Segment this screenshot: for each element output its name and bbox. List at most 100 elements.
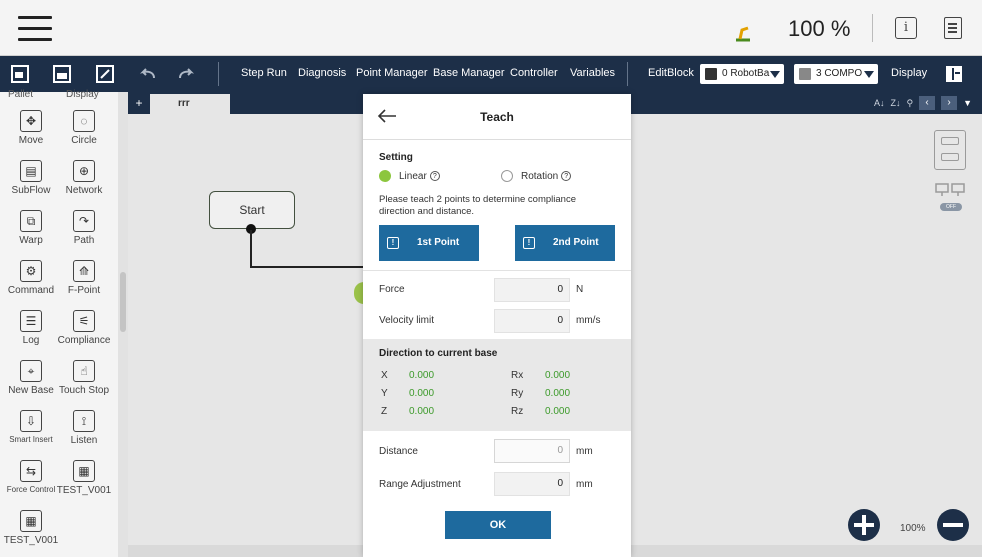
tool-icon: [799, 68, 811, 80]
range-adjustment-input[interactable]: 0: [494, 472, 570, 496]
range-adjustment-label: Range Adjustment: [379, 479, 461, 490]
velocity-limit-unit: mm/s: [576, 315, 601, 326]
toggle-off-badge[interactable]: OFF: [940, 203, 962, 211]
test-icon: ▦: [20, 510, 42, 532]
node-palette-scrollbar[interactable]: [118, 92, 128, 557]
linear-radio-label[interactable]: Linear?: [399, 171, 440, 182]
node-command[interactable]: ⚙ Command: [3, 260, 59, 296]
node-path[interactable]: ↷ Path: [56, 210, 112, 246]
flow-connector: [250, 230, 252, 268]
direction-rx-value: 0.000: [545, 370, 571, 381]
chevron-down-icon: [864, 71, 874, 78]
node-new-base[interactable]: ⌖ New Base: [3, 360, 59, 396]
tab-prev-icon[interactable]: ‹: [919, 96, 936, 110]
sort-za-icon[interactable]: Z↓: [890, 98, 900, 108]
sort-az-icon[interactable]: A↓: [874, 98, 885, 108]
direction-z-value: 0.000: [409, 406, 435, 417]
node-touch-stop[interactable]: ☝ Touch Stop: [56, 360, 112, 396]
node-smart-insert[interactable]: ⇩ Smart Insert: [3, 410, 59, 444]
point-manager-button[interactable]: Point Manager: [356, 67, 428, 79]
distance-input[interactable]: 0: [494, 439, 570, 463]
add-tab-button[interactable]: +: [132, 96, 146, 110]
node-compliance[interactable]: ⚟ Compliance: [56, 310, 112, 346]
teach-hint-text: Please teach 2 points to determine compl…: [379, 194, 576, 217]
direction-title: Direction to current base: [379, 348, 498, 359]
command-icon: ⚙: [20, 260, 42, 282]
variables-button[interactable]: Variables: [570, 67, 615, 79]
search-icon[interactable]: ⚲: [906, 98, 913, 109]
node-move[interactable]: ✥ Move: [3, 110, 59, 146]
help-icon[interactable]: ?: [429, 171, 440, 182]
node-warp[interactable]: ⧉ Warp: [3, 210, 59, 246]
compliance-icon: ⚟: [73, 310, 95, 332]
info-icon[interactable]: i: [895, 17, 917, 39]
subflow-icon: ▤: [20, 160, 42, 182]
tab-next-icon[interactable]: ›: [941, 96, 958, 110]
save-as-icon[interactable]: [95, 64, 115, 84]
node-label: Listen: [70, 435, 98, 446]
path-icon: ↷: [73, 210, 95, 232]
node-label: Touch Stop: [58, 385, 110, 396]
undo-icon[interactable]: [138, 64, 158, 84]
node-f-point[interactable]: ⟰ F-Point: [56, 260, 112, 296]
node-test-v001[interactable]: ▦ TEST_V001: [56, 460, 112, 496]
node-layout-icon[interactable]: [934, 130, 966, 170]
node-label: Force Control: [6, 485, 56, 494]
rotation-radio-label[interactable]: Rotation?: [521, 171, 572, 182]
node-palette: Pallet Display ✥ Move ◌ Circle ▤ SubFlow ⊕ Netw…: [0, 89, 120, 557]
force-label: Force: [379, 284, 405, 295]
redo-icon[interactable]: [176, 64, 196, 84]
direction-panel: Direction to current base X 0.000 Rx 0.0…: [363, 339, 631, 431]
tool-dropdown[interactable]: 3 COMPO: [794, 64, 878, 84]
toolbar-divider: [218, 62, 219, 86]
axis-label-ry: Ry: [511, 388, 524, 399]
zoom-level: 100%: [900, 523, 926, 534]
node-label: TEST_V001: [3, 535, 59, 546]
layout-toggle-icon[interactable]: [944, 64, 964, 84]
test-icon: ▦: [73, 460, 95, 482]
diagnosis-button[interactable]: Diagnosis: [298, 67, 346, 79]
save-icon[interactable]: [52, 64, 72, 84]
new-project-icon[interactable]: [10, 64, 30, 84]
node-log[interactable]: ☰ Log: [3, 310, 59, 346]
second-point-button[interactable]: ! 2nd Point: [515, 225, 615, 261]
display-button[interactable]: Display: [891, 67, 927, 79]
node-label: F-Point: [67, 285, 101, 296]
node-network[interactable]: ⊕ Network: [56, 160, 112, 196]
document-icon[interactable]: [944, 17, 962, 39]
hamburger-menu-icon[interactable]: [18, 16, 52, 42]
linear-radio[interactable]: [379, 170, 391, 182]
node-test-v001[interactable]: ▦ TEST_V001: [3, 510, 59, 546]
speed-readout[interactable]: 100 %: [788, 16, 850, 42]
tab-rrr[interactable]: rrr: [150, 94, 230, 114]
zoom-in-icon[interactable]: [848, 509, 880, 541]
node-subflow[interactable]: ▤ SubFlow: [3, 160, 59, 196]
node-label: Warp: [19, 235, 43, 246]
robot-base-dropdown[interactable]: 0 RobotBa: [700, 64, 784, 84]
node-label: Move: [18, 135, 44, 146]
node-circle[interactable]: ◌ Circle: [56, 110, 112, 146]
controller-button[interactable]: Controller: [510, 67, 558, 79]
node-label: Display: [66, 89, 99, 100]
node-force-control[interactable]: ⇆ Force Control: [3, 460, 59, 494]
node-label: Pallet: [8, 89, 34, 100]
ok-button[interactable]: OK: [445, 511, 551, 539]
force-unit: N: [576, 284, 584, 295]
node-listen[interactable]: ⟟ Listen: [56, 410, 112, 446]
distance-unit: mm: [576, 446, 593, 457]
point-icon: !: [387, 237, 399, 249]
tab-list-chevron-icon[interactable]: ▼: [963, 98, 972, 108]
smartinsert-icon: ⇩: [20, 410, 42, 432]
rotation-radio[interactable]: [501, 170, 513, 182]
help-icon[interactable]: ?: [561, 171, 572, 182]
scrollbar-thumb[interactable]: [120, 272, 126, 332]
velocity-limit-input[interactable]: 0: [494, 309, 570, 333]
direction-rz-value: 0.000: [545, 406, 571, 417]
editblock-button[interactable]: EditBlock: [648, 67, 694, 79]
zoom-out-icon[interactable]: [937, 509, 969, 541]
first-point-button[interactable]: ! 1st Point: [379, 225, 479, 261]
force-input[interactable]: 0: [494, 278, 570, 302]
base-manager-button[interactable]: Base Manager: [433, 67, 505, 79]
step-run-button[interactable]: Step Run: [241, 67, 287, 79]
dialog-header: Teach: [363, 94, 631, 140]
